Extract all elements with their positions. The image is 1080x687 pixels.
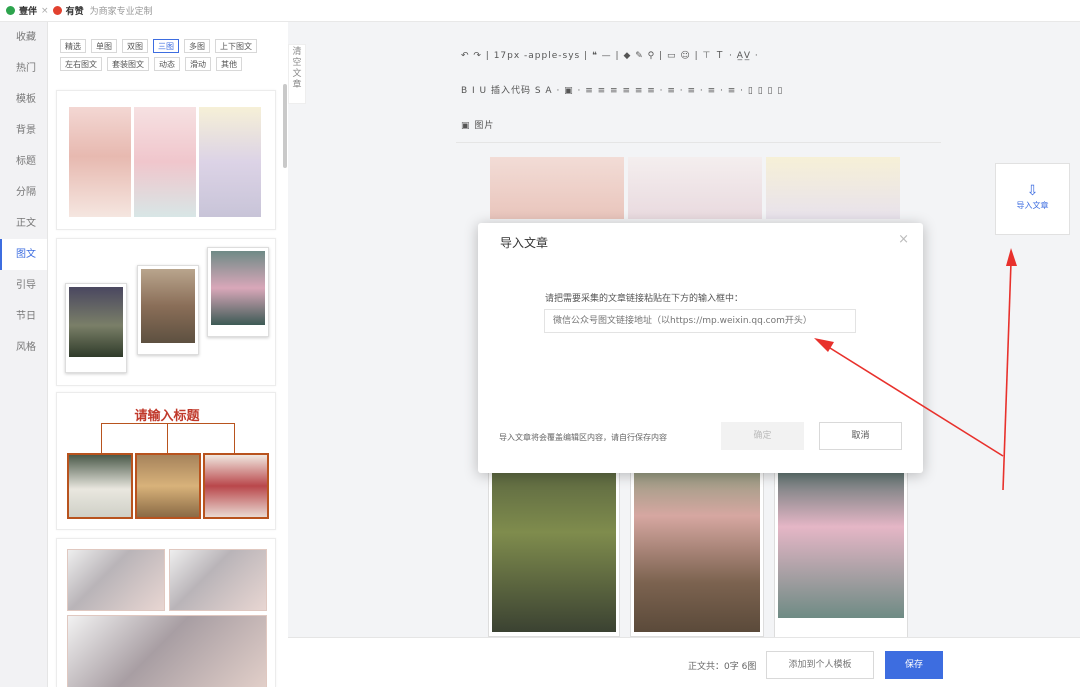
template-image: [135, 453, 201, 519]
close-icon[interactable]: ×: [898, 232, 909, 247]
add-to-template-button[interactable]: 添加到个人模板: [766, 651, 874, 679]
brand-slogan: 为商家专业定制: [89, 7, 153, 17]
editor-image: [492, 466, 616, 632]
clear-article-label: 清空文章: [292, 47, 302, 90]
download-icon: ⇩: [1026, 183, 1039, 199]
template-image: [134, 107, 196, 217]
partner-logo-icon: [52, 6, 62, 15]
sidebar-item-title[interactable]: 标题: [0, 146, 47, 177]
tab-set[interactable]: 套装图文: [107, 57, 149, 71]
template-image: [69, 287, 123, 357]
brand-bar: 壹伴 × 有赞 为商家专业定制: [0, 0, 1080, 22]
template-image: [67, 549, 165, 611]
tab-left-right[interactable]: 左右图文: [60, 57, 102, 71]
template-card-makeup[interactable]: [56, 538, 276, 687]
sidebar-item-body[interactable]: 正文: [0, 208, 47, 239]
toolbar-divider: [456, 142, 941, 143]
template-card-lotus[interactable]: [56, 238, 276, 386]
confirm-button[interactable]: 确定: [721, 422, 804, 450]
tab-single-image[interactable]: 单图: [91, 39, 117, 53]
sidebar-item-background[interactable]: 背景: [0, 115, 47, 146]
template-title-text: 请输入标题: [134, 409, 200, 424]
template-image: [67, 453, 133, 519]
brand-separator: ×: [41, 5, 49, 16]
sidebar-item-divider[interactable]: 分隔: [0, 177, 47, 208]
word-count: 正文共：0字 6图: [688, 662, 757, 672]
sidebar-item-style[interactable]: 风格: [0, 332, 47, 363]
template-connector: [101, 423, 235, 424]
template-image: [141, 269, 195, 343]
import-article-dialog: 导入文章 × 请把需要采集的文章链接粘贴在下方的输入框中： 导入文章将会覆盖编辑…: [478, 223, 923, 473]
dialog-title: 导入文章: [500, 236, 549, 250]
category-sidebar: 收藏 热门 模板 背景 标题 分隔 正文 图文 引导 节日 风格: [0, 22, 48, 687]
tab-top-bottom[interactable]: 上下图文: [215, 39, 257, 53]
brand-logo-icon: [6, 6, 15, 15]
toolbar-row-1[interactable]: ↶ ↷ | 17px -apple-sys | ❝ — | ◆ ✎ ⚲ | ▭ …: [461, 48, 759, 61]
template-connector: [234, 423, 235, 453]
clear-article-button[interactable]: 清空文章: [288, 44, 306, 104]
article-url-input[interactable]: [544, 309, 856, 333]
editor-image: [634, 466, 760, 632]
sidebar-item-hot[interactable]: 热门: [0, 53, 47, 84]
template-card-cupcakes[interactable]: [56, 90, 276, 230]
editor-image: [766, 157, 900, 219]
import-article-label: 导入文章: [1016, 201, 1049, 210]
template-connector: [167, 423, 168, 453]
template-image: [211, 251, 265, 325]
tab-other[interactable]: 其他: [216, 57, 242, 71]
dialog-instruction: 请把需要采集的文章链接粘贴在下方的输入框中：: [545, 294, 744, 304]
template-tabs: 精选 单图 双图 三图 多图 上下图文 左右图文 套装图文 动态 滑动 其他: [60, 39, 280, 71]
template-image: [169, 549, 267, 611]
editor-image: [490, 157, 624, 219]
sidebar-item-favorites[interactable]: 收藏: [0, 22, 47, 53]
template-panel: 精选 单图 双图 三图 多图 上下图文 左右图文 套装图文 动态 滑动 其他 请…: [48, 22, 288, 687]
sidebar-item-holiday[interactable]: 节日: [0, 301, 47, 332]
template-scrollbar[interactable]: [283, 84, 287, 168]
template-connector: [101, 423, 102, 453]
template-image: [203, 453, 269, 519]
brand-name-1: 壹伴: [19, 7, 38, 17]
template-image: [67, 615, 267, 687]
save-button[interactable]: 保存: [885, 651, 943, 679]
editor-image: [628, 157, 762, 219]
bottom-bar: 正文共：0字 6图 添加到个人模板 保存: [288, 637, 1080, 687]
tab-multi-image[interactable]: 多图: [184, 39, 210, 53]
cancel-button[interactable]: 取消: [819, 422, 902, 450]
tab-animated[interactable]: 动态: [154, 57, 180, 71]
template-image: [199, 107, 261, 217]
dialog-warning-note: 导入文章将会覆盖编辑区内容，请自行保存内容: [499, 433, 667, 442]
editor-image: [778, 466, 904, 618]
sidebar-item-guide[interactable]: 引导: [0, 270, 47, 301]
toolbar-row-2[interactable]: B I U 插入代码 S A · ▣ · ≡ ≡ ≡ ≡ ≡ ≡ · ≡ · ≡…: [461, 83, 783, 96]
sidebar-item-image-text[interactable]: 图文: [0, 239, 47, 270]
tab-sliding[interactable]: 滑动: [185, 57, 211, 71]
import-article-button[interactable]: ⇩ 导入文章: [995, 163, 1070, 235]
tab-featured[interactable]: 精选: [60, 39, 86, 53]
brand-name-2: 有赞: [65, 7, 84, 17]
tab-double-image[interactable]: 双图: [122, 39, 148, 53]
template-card-title-food[interactable]: 请输入标题: [56, 392, 276, 530]
template-image: [69, 107, 131, 217]
right-panel: ⇩ 导入文章: [980, 22, 1080, 687]
sidebar-item-templates[interactable]: 模板: [0, 84, 47, 115]
toolbar-row-3[interactable]: ▣ 图片: [461, 118, 494, 131]
tab-triple-image[interactable]: 三图: [153, 39, 179, 53]
